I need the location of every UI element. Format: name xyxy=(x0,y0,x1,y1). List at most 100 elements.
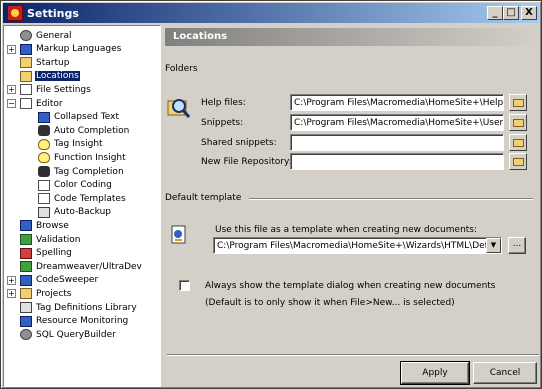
tree-item[interactable]: General xyxy=(20,29,72,42)
template-document-icon xyxy=(169,225,189,245)
template-combo-value: C:\Program Files\Macromedia\HomeSite+\Wi… xyxy=(217,241,502,251)
tree-item[interactable]: Editor xyxy=(20,97,64,110)
new-file-repository-browse-button[interactable] xyxy=(509,153,527,170)
tree-item-label: Collapsed Text xyxy=(54,112,120,123)
tree-item-label: Tag Definitions Library xyxy=(36,302,137,313)
tree-item[interactable]: Spelling xyxy=(20,247,73,260)
tree-item[interactable]: Validation xyxy=(20,233,81,246)
footer-divider xyxy=(167,354,539,356)
spelling-icon xyxy=(20,247,32,259)
template-browse-button[interactable]: ... xyxy=(508,237,526,254)
snippets-browse-button[interactable] xyxy=(509,114,527,131)
tree-item-label: Locations xyxy=(35,71,80,82)
folders-section-label: Folders xyxy=(165,64,198,74)
settings-tree[interactable]: General + Markup Languages Startup Locations… xyxy=(3,25,161,387)
locations-panel: Locations Folders Help files: C:\Program… xyxy=(165,25,539,353)
shared-snippets-browse-button[interactable] xyxy=(509,134,527,151)
bulb-icon xyxy=(38,138,50,150)
tree-item[interactable]: Code Templates xyxy=(38,192,127,205)
tree-item[interactable]: Tag Definitions Library xyxy=(20,301,138,314)
validation-icon xyxy=(20,234,32,245)
chevron-down-icon[interactable]: ▼ xyxy=(486,238,501,253)
tree-item[interactable]: Startup xyxy=(20,56,70,69)
tree-item-label: Resource Monitoring xyxy=(36,316,129,327)
collapse-icon xyxy=(38,111,50,123)
page-icon xyxy=(38,193,50,205)
tree-item[interactable]: Tag Insight xyxy=(38,138,104,151)
projects-icon xyxy=(20,288,32,300)
settings-window: Settings _ □ X General + Markup Languages S… xyxy=(0,0,542,389)
tree-item[interactable]: Auto-Backup xyxy=(38,206,112,219)
tree-item[interactable]: Projects xyxy=(20,287,72,300)
tree-item-label: CodeSweeper xyxy=(36,275,99,286)
tree-item[interactable]: Markup Languages xyxy=(20,43,122,56)
folder-open-icon xyxy=(513,139,524,147)
new-file-repository-label: New File Repository: xyxy=(201,157,292,167)
bulb-icon xyxy=(38,152,50,164)
markup-icon xyxy=(20,43,32,55)
help-files-label: Help files: xyxy=(201,98,246,108)
minimize-button[interactable]: _ xyxy=(487,6,503,20)
tree-item-label: SQL QueryBuilder xyxy=(36,329,116,340)
tree-item-label: Markup Languages xyxy=(36,44,122,55)
always-show-template-label: Always show the template dialog when cre… xyxy=(205,281,496,291)
tree-item-label: Auto-Backup xyxy=(54,207,111,218)
tree-item[interactable]: Color Coding xyxy=(38,179,113,192)
new-file-repository-input[interactable] xyxy=(290,153,504,170)
tree-item-label: Editor xyxy=(36,98,63,109)
tree-item[interactable]: Collapsed Text xyxy=(38,111,120,124)
help-files-input[interactable]: C:\Program Files\Macromedia\HomeSite+\He… xyxy=(290,94,504,111)
dreamweaver-icon xyxy=(20,261,32,273)
tree-item-label: Tag Insight xyxy=(54,139,103,150)
shared-snippets-label: Shared snippets: xyxy=(201,138,277,148)
tree-item[interactable]: Function Insight xyxy=(38,151,127,164)
tree-item[interactable]: Locations xyxy=(20,70,80,83)
car-icon xyxy=(38,125,50,137)
cancel-button[interactable]: Cancel xyxy=(473,362,537,384)
codesweeper-icon xyxy=(20,274,32,286)
help-files-browse-button[interactable] xyxy=(509,94,527,111)
tree-item[interactable]: Tag Completion xyxy=(38,165,125,178)
tree-expander[interactable]: + xyxy=(7,289,16,299)
tree-item-label: Function Insight xyxy=(54,152,126,163)
folder-open-icon xyxy=(513,119,524,127)
folder-search-icon xyxy=(167,95,191,119)
tag-library-icon xyxy=(20,302,32,313)
title-bar[interactable]: Settings _ □ X xyxy=(3,3,539,23)
backup-icon xyxy=(38,206,50,218)
apply-button[interactable]: Apply xyxy=(400,361,470,385)
tree-item-label: Code Templates xyxy=(54,193,126,204)
default-template-section-label: Default template xyxy=(165,193,242,203)
tree-expander[interactable]: + xyxy=(7,85,16,95)
folder-icon xyxy=(20,57,32,69)
monitoring-icon xyxy=(20,315,32,327)
tree-item-label: Tag Completion xyxy=(54,166,124,177)
tree-expander[interactable]: + xyxy=(7,44,16,54)
tree-item[interactable]: File Settings xyxy=(20,83,92,96)
tree-item[interactable]: Resource Monitoring xyxy=(20,315,129,328)
maximize-button[interactable]: □ xyxy=(503,6,519,20)
tree-item[interactable]: Browse xyxy=(20,219,70,232)
tree-item-label: Color Coding xyxy=(54,180,112,191)
folder-open-icon xyxy=(513,158,524,166)
close-button[interactable]: X xyxy=(521,6,537,20)
window-title: Settings xyxy=(27,6,79,20)
car-icon xyxy=(38,166,50,177)
app-icon xyxy=(7,5,23,21)
tree-item-label: Spelling xyxy=(36,248,72,259)
tree-item-label: Dreamweaver/UltraDev xyxy=(36,261,142,272)
snippets-input[interactable]: C:\Program Files\Macromedia\HomeSite+\Us… xyxy=(290,114,504,131)
page-icon xyxy=(38,179,50,191)
template-combo[interactable]: C:\Program Files\Macromedia\HomeSite+\Wi… xyxy=(213,237,502,254)
tree-item[interactable]: CodeSweeper xyxy=(20,274,99,287)
tree-item-label: Projects xyxy=(36,288,72,299)
shared-snippets-input[interactable] xyxy=(290,134,504,151)
section-divider xyxy=(249,198,533,200)
tree-expander[interactable]: + xyxy=(7,275,16,285)
always-show-template-checkbox[interactable] xyxy=(179,280,190,291)
tree-item[interactable]: Auto Completion xyxy=(38,124,130,137)
tree-item-label: File Settings xyxy=(36,84,91,95)
tree-item[interactable]: SQL QueryBuilder xyxy=(20,328,117,341)
tree-expander[interactable]: − xyxy=(7,99,16,108)
tree-item[interactable]: Dreamweaver/UltraDev xyxy=(20,260,143,273)
